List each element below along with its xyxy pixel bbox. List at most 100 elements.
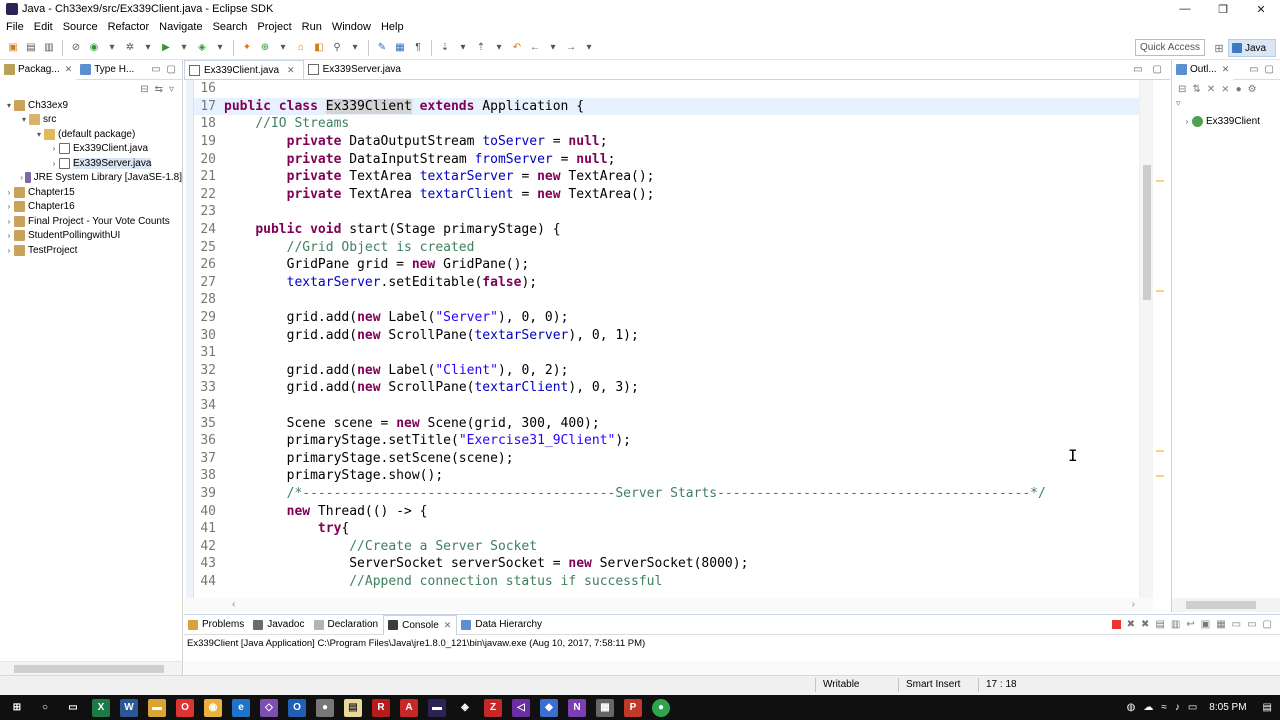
chrome-icon[interactable]: ◉ xyxy=(204,698,222,717)
skip-breakpoints-icon[interactable]: ⊘ xyxy=(69,41,83,55)
app-icon[interactable]: ● xyxy=(652,698,670,717)
toggle-icon[interactable]: ◉ xyxy=(87,41,101,55)
task-view-icon[interactable]: ▭ xyxy=(64,699,82,717)
tab-console[interactable]: Console ✕ xyxy=(383,614,458,635)
minimize-view-icon[interactable]: ▭ xyxy=(1249,64,1258,75)
tab-ex339server[interactable]: Ex339Server.java xyxy=(304,60,409,79)
visual-studio-icon[interactable]: ◇ xyxy=(260,698,278,717)
chevron-right-icon[interactable]: › xyxy=(4,246,14,255)
dropdown-icon[interactable]: ▾ xyxy=(456,41,470,55)
maximize-view-icon[interactable]: ▢ xyxy=(167,64,176,75)
tree-item[interactable]: › TestProject xyxy=(0,243,182,258)
dropdown-icon[interactable]: ▾ xyxy=(141,41,155,55)
filezilla-icon[interactable]: Z xyxy=(484,698,502,717)
chevron-right-icon[interactable]: › xyxy=(1182,117,1192,126)
maximize-view-icon[interactable]: ▢ xyxy=(1265,64,1274,75)
last-edit-location-icon[interactable]: ↶ xyxy=(510,41,524,55)
menu-help[interactable]: Help xyxy=(377,21,408,33)
sort-icon[interactable]: ⇅ xyxy=(1192,84,1200,95)
chevron-down-icon[interactable]: ▾ xyxy=(19,115,29,124)
view-menu-icon[interactable]: ▿ xyxy=(1172,98,1280,114)
tree-item[interactable]: ▾ Ch33ex9 xyxy=(0,98,182,113)
search-icon[interactable]: ○ xyxy=(36,699,54,717)
view-menu-icon[interactable]: ▿ xyxy=(169,84,174,95)
edge-icon[interactable]: e xyxy=(232,698,250,717)
tree-item[interactable]: ▾ src xyxy=(0,113,182,128)
code-area[interactable]: 16 17 public class Ex339Client extends Ap… xyxy=(194,80,1139,598)
open-console-icon[interactable]: ▭ xyxy=(1232,619,1241,630)
vertical-scrollbar[interactable] xyxy=(1139,80,1153,598)
clear-console-icon[interactable]: ▤ xyxy=(1155,619,1164,630)
tab-ex339client[interactable]: Ex339Client.java ✕ xyxy=(184,60,304,79)
battery-icon[interactable]: ▭ xyxy=(1188,702,1197,713)
dropdown-icon[interactable]: ▾ xyxy=(276,41,290,55)
scroll-lock-icon[interactable]: ▥ xyxy=(1171,619,1180,630)
collapse-all-icon[interactable]: ⊟ xyxy=(1178,84,1186,95)
chevron-right-icon[interactable]: › xyxy=(49,144,59,153)
chevron-down-icon[interactable]: ▾ xyxy=(4,101,14,110)
link-with-editor-icon[interactable]: ⇆ xyxy=(155,84,163,95)
tree-item[interactable]: › Final Project - Your Vote Counts xyxy=(0,214,182,229)
dropdown-icon[interactable]: ▾ xyxy=(492,41,506,55)
collapse-all-icon[interactable]: ⊟ xyxy=(140,84,148,95)
tab-outline[interactable]: Outl... ✕ xyxy=(1172,59,1234,80)
new-icon[interactable]: ▣ xyxy=(6,41,20,55)
file-explorer-icon[interactable]: ▬ xyxy=(148,698,166,717)
open-task-icon[interactable]: ◧ xyxy=(312,41,326,55)
tab-package-explorer[interactable]: Packag... ✕ xyxy=(0,59,77,80)
tree-item[interactable]: ▾ (default package) xyxy=(0,127,182,142)
horizontal-scrollbar[interactable] xyxy=(184,661,1280,675)
terminate-icon[interactable] xyxy=(1111,620,1121,629)
chevron-right-icon[interactable]: › xyxy=(4,217,14,226)
chevron-right-icon[interactable]: › xyxy=(4,202,14,211)
menu-source[interactable]: Source xyxy=(59,21,102,33)
close-icon[interactable]: ✕ xyxy=(1222,64,1230,75)
tab-javadoc[interactable]: Javadoc xyxy=(249,615,309,635)
eclipse-taskbar-icon[interactable]: ▬ xyxy=(428,698,446,717)
hide-fields-icon[interactable]: ✕ xyxy=(1207,84,1215,95)
hide-static-icon[interactable]: ⨯ xyxy=(1221,84,1229,95)
show-whitespace-icon[interactable]: ¶ xyxy=(411,41,425,55)
windows-start-icon[interactable]: ⊞ xyxy=(8,699,26,717)
cloud-icon[interactable]: ☁ xyxy=(1143,702,1153,713)
run-icon[interactable]: ▶ xyxy=(159,41,173,55)
app-icon[interactable]: ◆ xyxy=(540,698,558,717)
tree-item[interactable]: › JRE System Library [JavaSE-1.8] xyxy=(0,171,182,186)
menu-search[interactable]: Search xyxy=(209,21,252,33)
maximize-view-icon[interactable]: ▢ xyxy=(1153,64,1162,75)
toggle-block-selection-icon[interactable]: ▦ xyxy=(393,41,407,55)
menu-refactor[interactable]: Refactor xyxy=(104,21,154,33)
word-wrap-icon[interactable]: ↩ xyxy=(1186,619,1194,630)
onenote-icon[interactable]: N xyxy=(568,698,586,717)
menu-project[interactable]: Project xyxy=(253,21,295,33)
quick-access-input[interactable]: Quick Access xyxy=(1135,39,1205,56)
chevron-down-icon[interactable]: ▾ xyxy=(34,130,44,139)
chevron-right-icon[interactable]: › xyxy=(49,159,59,168)
horizontal-scrollbar[interactable]: ‹ › xyxy=(184,598,1153,612)
clock[interactable]: 8:05 PM xyxy=(1209,702,1246,713)
menu-window[interactable]: Window xyxy=(328,21,375,33)
prev-annotation-icon[interactable]: ⇡ xyxy=(474,41,488,55)
excel-icon[interactable]: X xyxy=(92,698,110,717)
app-icon[interactable]: ▦ xyxy=(596,698,614,717)
acrobat-icon[interactable]: A xyxy=(400,698,418,717)
tab-declaration[interactable]: Declaration xyxy=(310,615,384,635)
chevron-right-icon[interactable]: › xyxy=(4,231,14,240)
dropdown-icon[interactable]: ▾ xyxy=(546,41,560,55)
new-package-icon[interactable]: ⊕ xyxy=(258,41,272,55)
notepad-icon[interactable]: ▤ xyxy=(344,698,362,717)
tab-problems[interactable]: Problems xyxy=(184,615,249,635)
minimize-view-icon[interactable]: ▭ xyxy=(1133,64,1142,75)
java-perspective-button[interactable]: Java xyxy=(1228,39,1276,57)
chevron-right-icon[interactable]: › xyxy=(19,173,25,182)
dropdown-icon[interactable]: ▾ xyxy=(105,41,119,55)
tree-item[interactable]: › Ex339Server.java xyxy=(0,156,182,171)
maximize-button[interactable]: ❐ xyxy=(1204,0,1242,18)
horizontal-scrollbar[interactable] xyxy=(0,661,182,675)
horizontal-scrollbar[interactable] xyxy=(1172,598,1280,612)
back-icon[interactable]: ← xyxy=(528,41,542,55)
forward-icon[interactable]: → xyxy=(564,41,578,55)
powerpoint-icon[interactable]: P xyxy=(624,698,642,717)
app-icon[interactable]: ◈ xyxy=(456,699,474,717)
wifi-icon[interactable]: ≈ xyxy=(1161,702,1167,713)
